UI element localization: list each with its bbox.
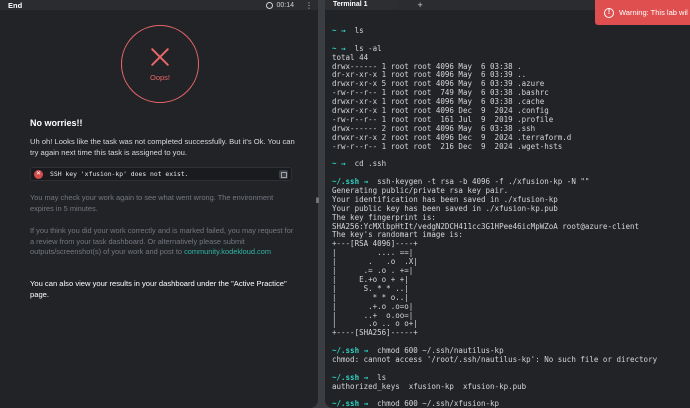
terminal-line: authorized_keys xfusion-kp xfusion-kp.pu… xyxy=(332,381,657,392)
terminal-text: | .+.o .o=o| xyxy=(332,301,414,311)
terminal-text: dr-xr-xr-x 1 root root 4096 May 6 03:39 … xyxy=(332,70,527,80)
terminal-text: -rw-r--r-- 1 root root 749 May 6 03:38 .… xyxy=(332,88,549,98)
terminal-text: -rw-r--r-- 1 root root 216 Dec 9 2024 .w… xyxy=(332,141,563,151)
result-heading: No worries!! xyxy=(30,118,83,128)
close-x-icon xyxy=(150,47,170,67)
terminal-text: ls xyxy=(368,372,387,382)
terminal-text: | .... ==| xyxy=(332,248,414,258)
terminal-text: chmod 600 ~/.ssh/nautilus-kp xyxy=(368,346,504,356)
timer-value: 00:14 xyxy=(276,1,294,9)
terminal-line: ~/.ssh → chmod 600 ~/.ssh/xfusion-kp xyxy=(332,399,657,408)
timer: 00:14 ⋮ xyxy=(266,1,313,10)
terminal-text: | . .o .X| xyxy=(332,257,418,267)
community-link[interactable]: community.kodekloud.com xyxy=(184,247,271,256)
terminal-text: +---[RSA 4096]----+ xyxy=(332,239,418,249)
result-intro: Uh oh! Looks like the task was not compl… xyxy=(30,137,295,157)
results-text: You can also view your results in your d… xyxy=(30,279,287,299)
terminal-text: | .= .o . +=| xyxy=(332,266,414,276)
terminal-text: | ..+ o.oo=| xyxy=(332,310,414,320)
terminal-prompt: ~/.ssh → xyxy=(332,372,369,382)
terminal-output[interactable]: ~ → ls ~ → ls -al total 44 drwx------ 1 roo… xyxy=(332,26,658,408)
review-text: If you think you did your work correctly… xyxy=(30,226,295,258)
add-tab-button[interactable]: + xyxy=(418,0,423,10)
terminal-text: Your identification has been saved in ./… xyxy=(332,194,558,204)
terminal-text: SHA256:YcMXlbpHtIt/vedgN2DCH411cc3G1HPee… xyxy=(332,221,640,231)
more-options-icon[interactable]: ⋮ xyxy=(305,1,313,10)
terminal-text: ls -al xyxy=(345,43,382,53)
oops-label: Oops! xyxy=(149,72,170,82)
terminal-text: Generating public/private rsa key pair. xyxy=(332,186,509,196)
terminal-text: drwx------ 1 root root 4096 May 6 03:38 … xyxy=(332,61,522,71)
terminal-prompt: ~/.ssh → xyxy=(332,177,369,187)
check-work-text: You may check your work again to see wha… xyxy=(30,193,274,213)
terminal-line: -rw-r--r-- 1 root root 216 Dec 9 2024 .w… xyxy=(332,141,657,152)
warning-icon: ! xyxy=(604,7,614,18)
terminal-text: chmod 600 ~/.ssh/xfusion-kp xyxy=(368,399,500,408)
terminal-text: | E.+o o + +| xyxy=(332,274,409,284)
terminal-line: chmod: cannot access '/root/.ssh/nautilu… xyxy=(332,354,658,365)
terminal-line: +----[SHA256]-----+ xyxy=(332,328,657,338)
error-icon: ✕ xyxy=(34,169,43,179)
terminal-text: +----[SHA256]-----+ xyxy=(332,328,418,338)
result-header: End 00:14 ⋮ xyxy=(0,0,318,10)
terminal-text: The key fingerprint is: xyxy=(332,212,436,222)
terminal-text: Your public key has been saved in ./xfus… xyxy=(332,203,558,213)
terminal-prompt: ~ → xyxy=(332,159,346,169)
warning-toast[interactable]: ! Warning: This lab wil xyxy=(595,0,690,25)
result-panel: End 00:14 ⋮ Oops! No worries!! Uh oh! Lo… xyxy=(0,0,318,408)
terminal-text: ls xyxy=(345,26,364,35)
terminal-prompt: ~/.ssh → xyxy=(332,399,369,408)
terminal-text: drwxr-xr-x 2 root root 4096 Dec 9 2024 .… xyxy=(332,132,572,142)
terminal-text: | * * o..| xyxy=(332,292,409,302)
terminal-line: ~ → ls xyxy=(332,26,657,36)
panel-splitter-handle[interactable]: ‖ xyxy=(316,198,320,206)
toast-message: Warning: This lab wil xyxy=(619,8,688,17)
terminal-line: ~ → cd .ssh xyxy=(332,159,657,169)
terminal-text: | S. * * ..| xyxy=(332,283,409,293)
terminal-text: The key's randomart image is: xyxy=(332,230,463,240)
terminal-text: drwxr-xr-x 5 root root 4096 May 6 03:39 … xyxy=(332,79,545,89)
terminal-text: | .o .. o o+| xyxy=(332,319,418,329)
terminal-prompt: ~ → xyxy=(332,26,346,35)
error-message-box: ✕ SSH key 'xfusion-kp' does not exist. xyxy=(30,167,292,181)
oops-badge: Oops! xyxy=(121,25,199,103)
copy-icon[interactable] xyxy=(279,170,288,179)
tab-terminal-1[interactable]: Terminal 1 xyxy=(325,0,398,10)
error-message: SSH key 'xfusion-kp' does not exist. xyxy=(50,170,189,178)
terminal-text: -rw-r--r-- 1 root root 161 Jul 9 2019 .p… xyxy=(332,114,554,124)
terminal-text: authorized_keys xfusion-kp xfusion-kp.pu… xyxy=(332,381,527,391)
terminal-prompt: ~ → xyxy=(332,43,346,53)
terminal-text: drwxr-xr-x 1 root root 4096 Dec 9 2024 .… xyxy=(332,106,549,116)
end-tab[interactable]: End xyxy=(8,1,22,10)
terminal-text: cd .ssh xyxy=(345,159,387,169)
terminal-text: drwx------ 2 root root 4096 May 6 03:38 … xyxy=(332,123,536,133)
clock-icon xyxy=(266,1,274,9)
terminal-text: total 44 xyxy=(332,52,369,62)
terminal-line: ~ → ls -al xyxy=(332,43,657,54)
terminal-text: chmod: cannot access '/root/.ssh/nautilu… xyxy=(332,354,658,364)
terminal-prompt: ~/.ssh → xyxy=(332,346,369,356)
terminal-text: ssh-keygen -t rsa -b 4096 -f ./xfusion-k… xyxy=(368,177,590,187)
terminal-text: drwxr-xr-x 1 root root 4096 May 6 03:38 … xyxy=(332,97,545,107)
